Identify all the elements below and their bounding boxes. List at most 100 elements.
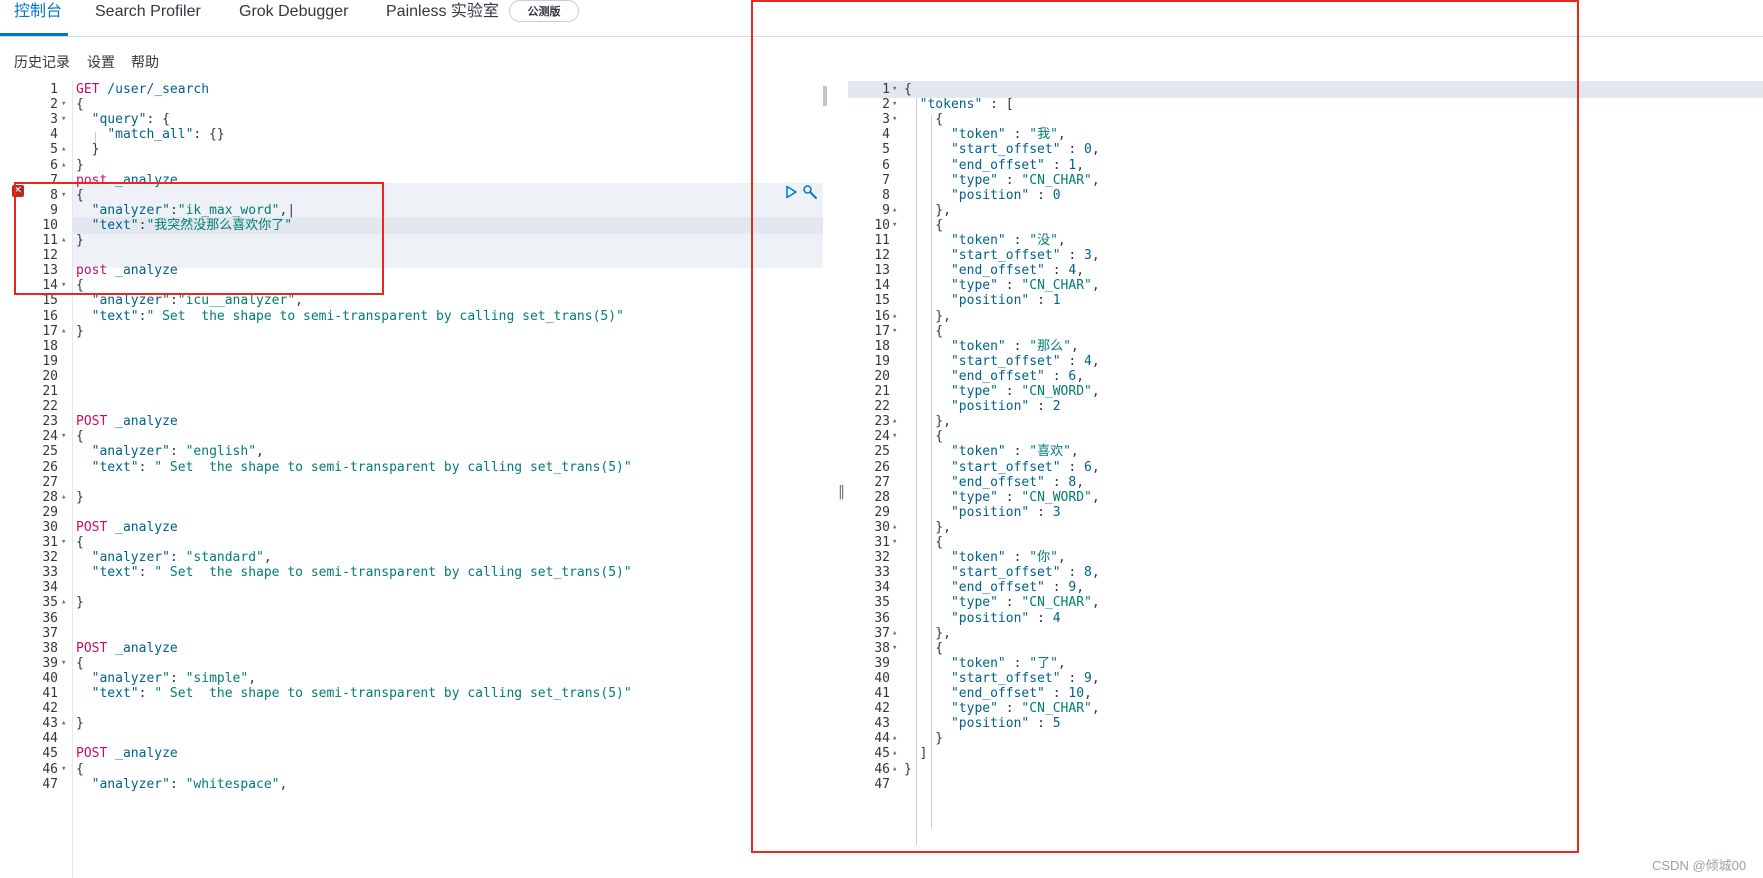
code-token: "whitespace": [185, 776, 280, 792]
code-token: ,: [1091, 278, 1100, 294]
code-token: _analyze: [107, 414, 178, 430]
code-token: " Set the shape to semi-transparent by c…: [154, 686, 632, 701]
code-token: 9: [1084, 670, 1092, 686]
code-token: POST: [76, 746, 108, 762]
play-icon[interactable]: [784, 185, 798, 199]
request-scrollbar[interactable]: [823, 86, 827, 106]
code-line[interactable]: 47 "analyzer": "whitespace",: [6, 776, 829, 793]
code-token: ,: [1091, 384, 1100, 399]
code-token: },: [904, 308, 951, 324]
code-token: {: [76, 187, 84, 203]
code-token: }: [76, 716, 84, 732]
code-token: :: [1005, 338, 1030, 354]
code-token: ,: [1091, 459, 1100, 475]
code-token: ,: [1091, 701, 1100, 717]
request-editor[interactable]: 1 GET /user/_search 2 ▾{3 ▾ "query": {4 "mat…: [6, 81, 829, 878]
code-token: :: [1029, 293, 1053, 309]
code-token: "type": [950, 595, 998, 611]
wrench-icon[interactable]: [802, 184, 818, 200]
code-token: POST: [76, 640, 108, 656]
tab-search-profiler[interactable]: Search Profiler: [95, 2, 201, 22]
code-token: 5: [1052, 716, 1061, 732]
resize-handle-icon[interactable]: ‖: [838, 484, 845, 500]
code-token: ,: [1057, 655, 1066, 671]
code-token: "没": [1029, 233, 1058, 248]
code-token: ,: [248, 670, 257, 686]
code-token: :: [169, 293, 178, 309]
line-number: 47: [42, 776, 58, 792]
code-token: "那么": [1029, 338, 1071, 354]
code-token: ,: [1076, 474, 1085, 490]
menu-settings[interactable]: 设置: [87, 54, 115, 70]
code-token: :: [1029, 187, 1053, 203]
code-token: {: [904, 535, 944, 550]
watermark: CSDN @倾城00: [1652, 858, 1747, 873]
code-token: ,: [1091, 565, 1100, 581]
beta-badge: 公测版: [509, 0, 579, 22]
code-token: }: [904, 731, 944, 747]
code-token: ,: [1091, 489, 1100, 505]
code-token: :: [1060, 565, 1085, 581]
code-token: :: [1044, 157, 1069, 173]
code-token: {: [904, 640, 944, 656]
code-token: {: [904, 217, 944, 233]
code-token: 1: [1052, 293, 1061, 309]
code-token: },: [904, 414, 951, 430]
code-token: {: [904, 82, 912, 97]
code-token: :: [1060, 142, 1085, 158]
code-token: :: [1044, 263, 1069, 279]
tab-grok-debugger[interactable]: Grok Debugger: [239, 2, 348, 22]
code-token: "CN_WORD": [1021, 489, 1092, 505]
code-token: "type": [950, 278, 998, 294]
line-number: 47: [874, 776, 890, 792]
menu-history[interactable]: 历史记录: [14, 54, 70, 70]
code-token: "position": [950, 293, 1030, 309]
code-token: 3: [1084, 248, 1092, 264]
error-icon[interactable]: ✕: [12, 185, 24, 197]
code-token: :: [138, 565, 155, 581]
code-token: "analyzer": [91, 293, 170, 309]
menu-help[interactable]: 帮助: [131, 54, 159, 70]
code-token: 8: [1084, 565, 1092, 581]
code-token: "CN_CHAR": [1021, 172, 1092, 188]
response-editor[interactable]: 1 ▾{2 ▾ "tokens" : [3 ▾ {4 "token" : "我", 5 …: [848, 81, 1763, 878]
code-token: "你": [1029, 550, 1058, 566]
code-token: {: [904, 323, 944, 339]
code-token: "end_offset": [950, 157, 1045, 173]
tab-painless-lab[interactable]: Painless 实验室: [386, 2, 499, 22]
code-token: "position": [950, 610, 1030, 626]
code-token: },: [904, 519, 951, 535]
code-token: ,: [1076, 157, 1085, 173]
code-token: ,: [1091, 353, 1100, 369]
code-token: : [: [982, 97, 1014, 113]
code-token: :: [1044, 474, 1069, 490]
code-token: :: [997, 595, 1022, 611]
code-token: :: [1005, 127, 1030, 143]
code-token: "type": [950, 384, 998, 399]
code-token: "analyzer": [91, 776, 170, 792]
code-token: _analyze: [107, 746, 178, 762]
code-line[interactable]: 47: [848, 776, 1763, 793]
code-token: }: [76, 595, 84, 611]
code-token: "analyzer": [91, 550, 170, 566]
code-token: :: [1005, 233, 1030, 248]
code-token: }: [904, 761, 912, 777]
tab-console[interactable]: 控制台: [14, 2, 62, 22]
code-token: "token": [950, 127, 1006, 143]
code-token: ,: [1091, 248, 1100, 264]
